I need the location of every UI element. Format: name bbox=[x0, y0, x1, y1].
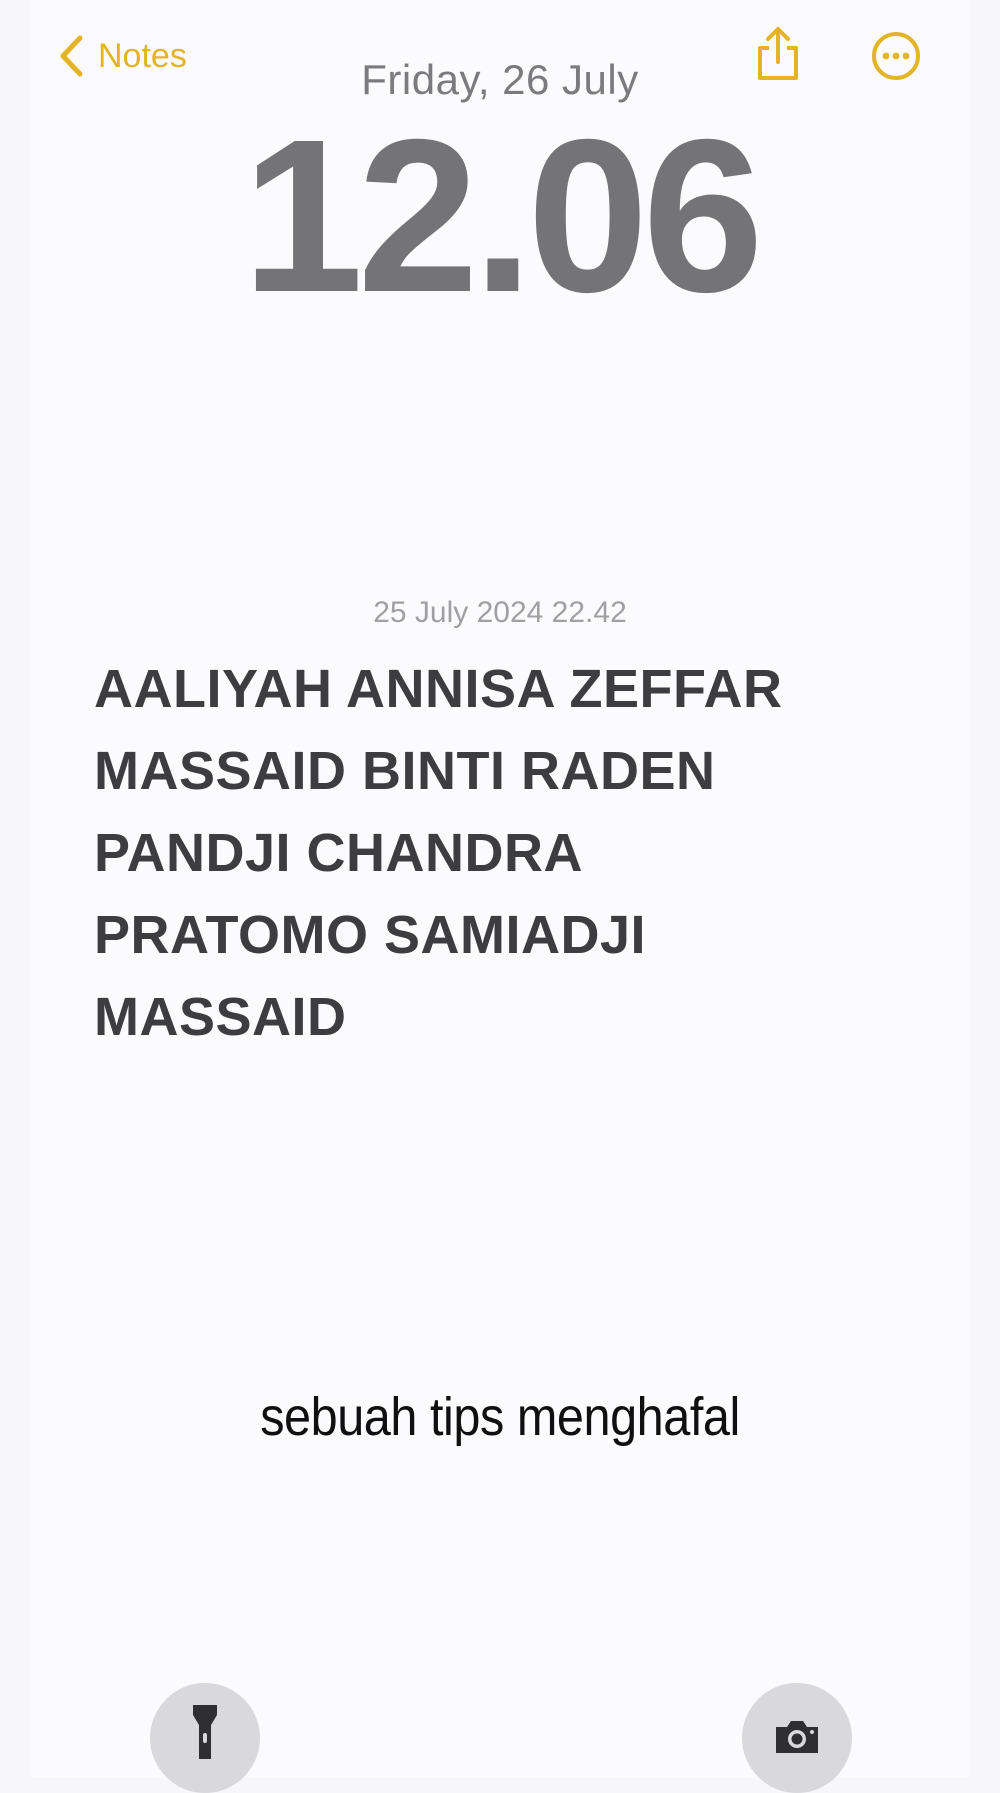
lock-screen-time: 12.06 bbox=[242, 95, 764, 338]
note-line: MASSAID BINTI RADEN bbox=[94, 741, 716, 801]
note-line: AALIYAH ANNISA ZEFFAR bbox=[94, 659, 783, 719]
note-line: PRATOMO SAMIADJI bbox=[94, 905, 647, 965]
note-line: PANDJI CHANDRA bbox=[94, 823, 584, 883]
note-body[interactable]: AALIYAH ANNISA ZEFFAR MASSAID BINTI RADE… bbox=[94, 648, 914, 1058]
video-caption: sebuah tips menghafal bbox=[260, 1387, 740, 1447]
note-timestamp: 25 July 2024 22.42 bbox=[373, 596, 627, 629]
note-line: MASSAID bbox=[94, 987, 347, 1047]
